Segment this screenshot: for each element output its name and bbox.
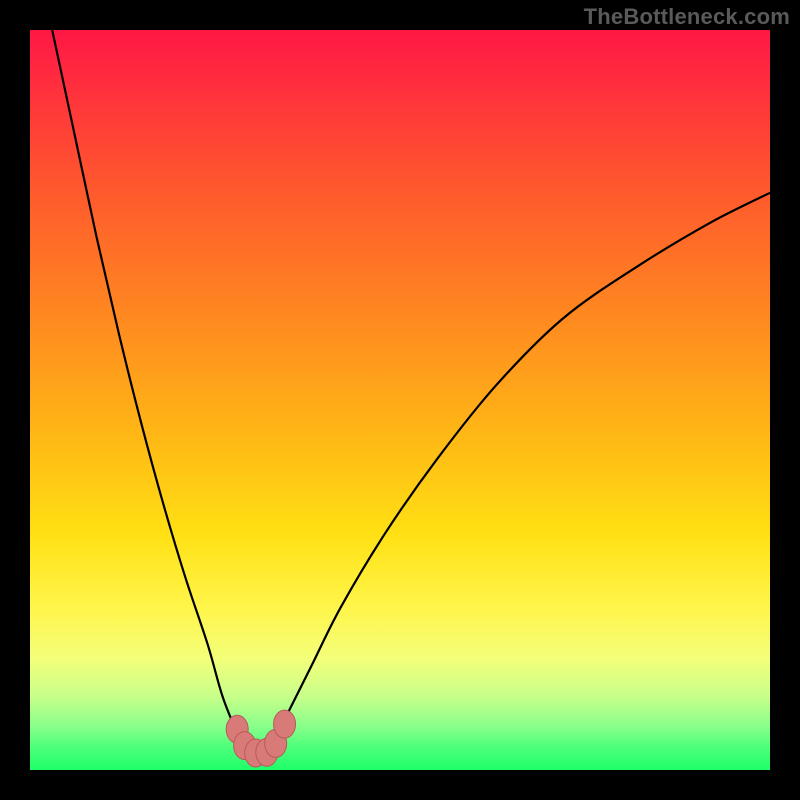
curve-marker — [274, 710, 296, 738]
bottleneck-curve — [30, 30, 770, 770]
chart-frame: TheBottleneck.com — [0, 0, 800, 800]
curve-markers — [226, 710, 295, 767]
watermark-text: TheBottleneck.com — [584, 4, 790, 30]
plot-area — [30, 30, 770, 770]
curve-path — [52, 30, 770, 758]
